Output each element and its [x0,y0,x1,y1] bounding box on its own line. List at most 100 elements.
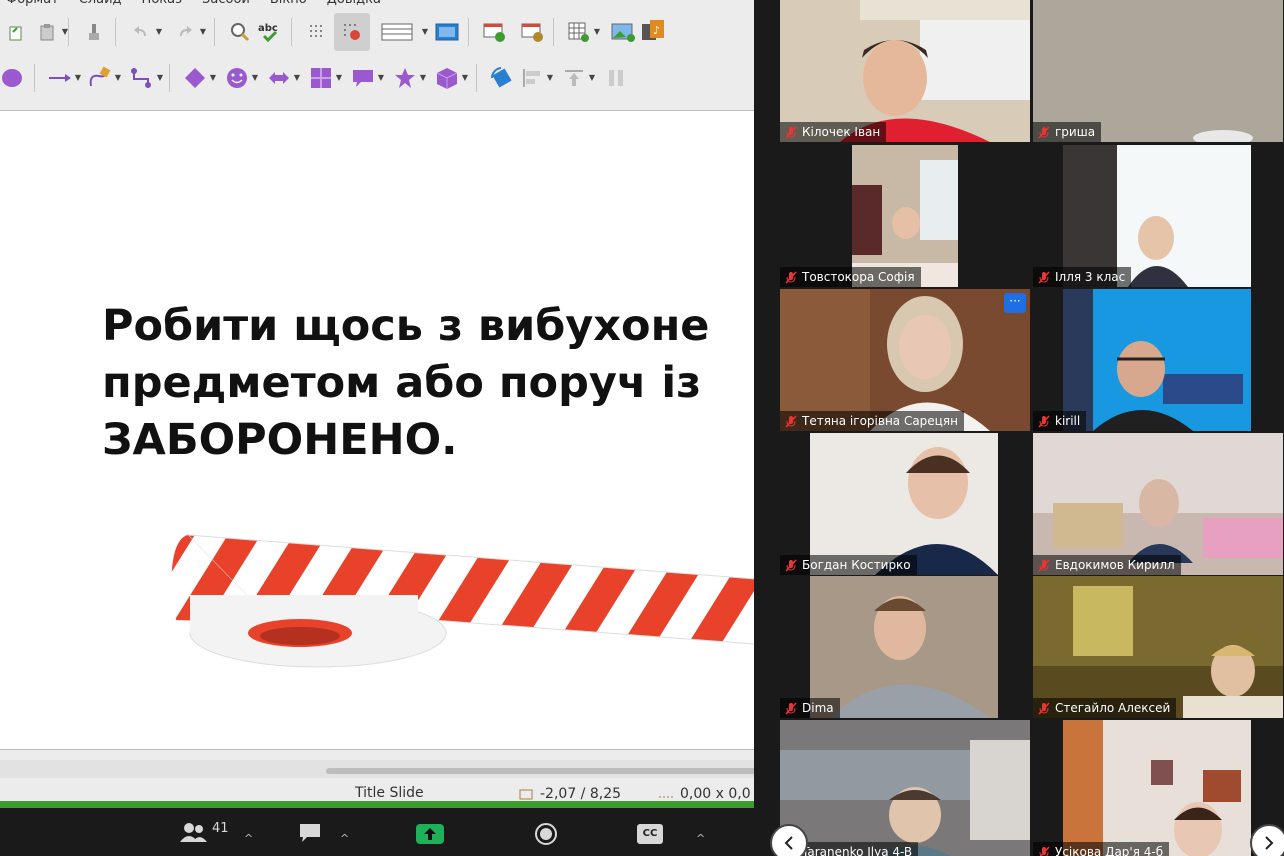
participant-name-tag: Товстокора Софія [780,267,921,287]
chat-icon [300,824,320,842]
toolbar-separator [68,18,69,46]
toolbar-separator [214,18,215,46]
video-tile[interactable]: Богдан Костирко [780,433,1030,575]
align-icon[interactable]: ▼ [519,65,553,91]
video-feed [780,433,1030,575]
muted-mic-icon [1038,559,1050,572]
clone-formatting-icon[interactable] [4,19,30,45]
menu-bar: Формат Слайд Показ Засоби Вікно Довідка [0,0,754,8]
chat-button[interactable] [298,822,322,844]
participants-button[interactable]: 41 [180,820,229,844]
slide-title-text[interactable]: Робити щось з вибухоне предметом або пор… [102,298,754,469]
snap-grid-icon[interactable] [334,13,370,51]
participant-name-tag: Кілочек Іван [780,122,887,142]
ellipse-icon[interactable] [0,65,26,91]
muted-mic-icon [1038,271,1050,284]
video-tile[interactable]: Стегайло Алексей [1033,576,1283,718]
muted-mic-icon [785,415,797,428]
spellcheck-icon[interactable]: abc [257,19,283,45]
arrange-icon[interactable]: ▼ [561,65,595,91]
menu-window[interactable]: Вікно [270,0,307,8]
participants-caret-icon[interactable]: ^ [244,832,253,845]
participant-name-tag: Стегайло Алексей [1033,698,1177,718]
barrier-tape-image [171,534,754,668]
video-tile[interactable]: kirill [1033,289,1283,431]
video-tile[interactable]: Dima [780,576,1030,718]
paste-icon[interactable]: ▼ [34,19,68,45]
double-arrow-icon[interactable]: ▼ [266,65,300,91]
cc-caret-icon[interactable]: ^ [696,832,705,845]
participant-gallery: Кілочек Іван гриша Товстокора Софія Ілля… [754,0,1284,856]
diamond-icon[interactable]: ▼ [182,65,216,91]
video-feed [780,145,1030,287]
redo-icon[interactable]: ▼ [172,19,206,45]
new-slide-icon[interactable] [481,19,507,45]
video-tile[interactable]: Кілочек Іван [780,0,1030,142]
video-feed [1033,576,1283,718]
muted-mic-icon [785,559,797,572]
callout-icon[interactable]: ▼ [350,65,384,91]
video-feed [1033,289,1283,431]
horizontal-scroll-thumb[interactable] [326,768,754,774]
video-tile[interactable]: Усікова Дар'я 4-б [1033,720,1283,856]
status-bar: Title Slide -2,07 / 8,25 0,00 x 0,0 [0,781,754,803]
distribute-icon[interactable] [603,65,629,91]
muted-mic-icon [1038,415,1050,428]
grid-icon[interactable] [304,19,330,45]
status-layout-name: Title Slide [355,785,424,801]
video-tile[interactable]: ··· Тетяна ігорівна Сарецян [780,289,1030,431]
master-slide-icon[interactable] [434,19,460,45]
chat-caret-icon[interactable]: ^ [340,832,349,845]
video-feed [780,289,1030,431]
closed-caption-icon: CC [637,824,663,844]
share-screen-button[interactable] [416,824,444,844]
gallery-next-button[interactable] [1250,824,1284,856]
drawing-toolbar: ▼ ▼ ▼ ▼ ▼ ▼ ▼ ▼ ▼ ▼ ▼ ▼ [0,58,754,98]
find-replace-icon[interactable] [227,19,253,45]
more-options-button[interactable]: ··· [1004,293,1026,313]
menu-slide[interactable]: Слайд [79,0,122,8]
participants-count: 41 [212,820,229,836]
muted-mic-icon [1038,126,1050,139]
cube-icon[interactable]: ▼ [434,65,468,91]
star-icon[interactable]: ▼ [392,65,426,91]
display-views-icon[interactable]: ▼ [374,19,428,45]
video-tile[interactable]: Ілля 3 клас [1033,145,1283,287]
line-arrow-icon[interactable]: ▼ [47,65,81,91]
toolbar-separator [553,18,554,46]
media-icon[interactable]: ♪ [640,19,666,45]
participant-name-tag: Тетяна ігорівна Сарецян [780,411,964,431]
video-tile[interactable]: гриша [1033,0,1283,142]
menu-tools[interactable]: Засоби [202,0,250,8]
gallery-prev-button[interactable] [770,824,808,856]
transform-icon[interactable] [489,65,515,91]
record-button[interactable] [534,822,558,846]
video-feed [780,0,1030,142]
chevron-left-icon [784,836,793,850]
table-icon[interactable]: ▼ [566,19,600,45]
curve-icon[interactable]: ▼ [87,65,121,91]
menu-format[interactable]: Формат [6,0,59,8]
position-icon [519,789,533,800]
video-tile[interactable]: Евдокимов Кирилл [1033,433,1283,575]
video-tile[interactable]: Taranenko Ilya 4-B [780,720,1030,856]
video-feed [1033,433,1283,575]
participant-name-tag: Ілля 3 клас [1033,267,1132,287]
closed-caption-button[interactable]: CC [637,824,663,844]
shared-screen-impress: Формат Слайд Показ Засоби Вікно Довідка … [0,0,754,808]
participant-name-tag: Богдан Костирко [780,555,917,575]
svg-text:♪: ♪ [653,24,660,37]
smiley-icon[interactable]: ▼ [224,65,258,91]
muted-mic-icon [785,271,797,284]
duplicate-slide-icon[interactable] [519,19,545,45]
connector-icon[interactable]: ▼ [129,65,163,91]
video-tile[interactable]: Товстокора Софія [780,145,1030,287]
menu-help[interactable]: Довідка [327,0,381,8]
muted-mic-icon [1038,702,1050,715]
flowchart-icon[interactable]: ▼ [308,65,342,91]
clear-formatting-icon[interactable] [81,19,107,45]
menu-show[interactable]: Показ [142,0,182,8]
muted-mic-icon [1039,846,1050,856]
image-icon[interactable] [610,19,636,45]
undo-icon[interactable]: ▼ [128,19,162,45]
